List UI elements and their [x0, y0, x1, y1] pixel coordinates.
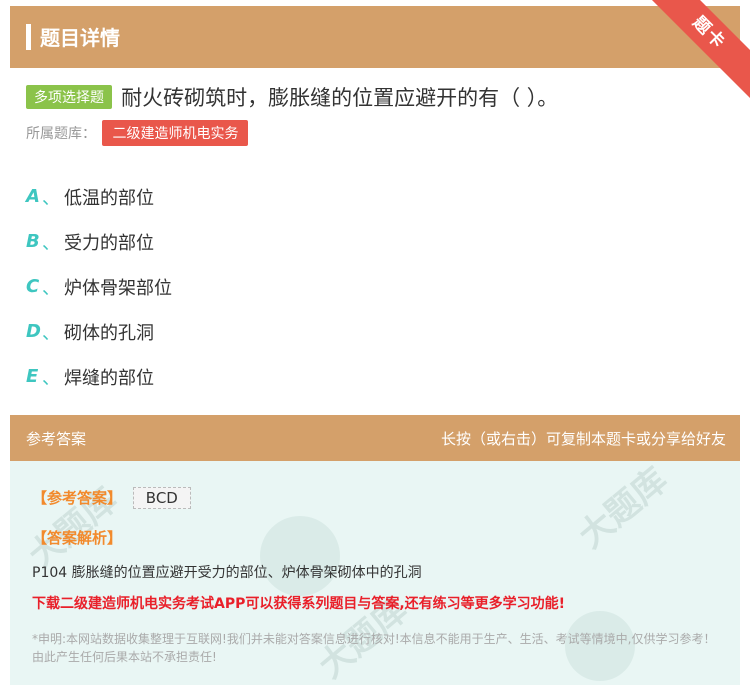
options-list: A 、 低温的部位 B 、 受力的部位 C 、 炉体骨架部位 D 、 砌体的孔洞…: [26, 174, 172, 399]
question-text: 耐火砖砌筑时，膨胀缝的位置应避开的有（ ）。: [121, 86, 559, 110]
option-letter: A: [26, 186, 40, 207]
option-letter: C: [26, 276, 40, 297]
option-text: 焊缝的部位: [64, 367, 154, 389]
question-block: 多项选择题 耐火砖砌筑时，膨胀缝的位置应避开的有（ ）。: [26, 82, 726, 112]
page-title: 题目详情: [40, 26, 120, 50]
answer-label: 【参考答案】: [32, 489, 123, 507]
option-separator: 、: [42, 322, 60, 344]
option-separator: 、: [42, 187, 60, 209]
analysis-label: 【答案解析】: [32, 529, 123, 547]
option-separator: 、: [42, 367, 60, 389]
option-letter: E: [26, 366, 39, 387]
option-separator: 、: [42, 232, 60, 254]
option-separator: 、: [42, 277, 60, 299]
option-b[interactable]: B 、 受力的部位: [26, 219, 172, 264]
header-accent-bar: [26, 24, 31, 50]
option-text: 低温的部位: [64, 187, 154, 209]
app-download-link[interactable]: 下载二级建造师机电实务考试APP可以获得系列题目与答案,还有练习等更多学习功能!: [32, 593, 565, 613]
option-text: 炉体骨架部位: [64, 277, 172, 299]
option-c[interactable]: C 、 炉体骨架部位: [26, 264, 172, 309]
question-bank: 所属题库： 二级建造师机电实务: [26, 120, 249, 146]
question-type-badge: 多项选择题: [26, 85, 112, 109]
analysis-text: P104 膨胀缝的位置应避开受力的部位、炉体骨架砌体中的孔洞: [32, 565, 422, 581]
option-letter: D: [26, 321, 41, 342]
answer-row: 【参考答案】 BCD: [32, 487, 191, 509]
option-e[interactable]: E 、 焊缝的部位: [26, 354, 172, 399]
share-hint: 长按（或右击）可复制本题卡或分享给好友: [440, 430, 726, 448]
answer-panel: 大题库 大题库 大题库 【参考答案】 BCD 【答案解析】 P104 膨胀缝的位…: [10, 461, 740, 685]
answer-value[interactable]: BCD: [132, 487, 191, 509]
answer-section-title: 参考答案: [26, 430, 87, 448]
answer-header: 参考答案 长按（或右击）可复制本题卡或分享给好友: [10, 415, 740, 461]
option-a[interactable]: A 、 低温的部位: [26, 174, 172, 219]
bank-label: 所属题库：: [26, 126, 96, 142]
option-letter: B: [26, 231, 40, 252]
disclaimer-text: *申明:本网站数据收集整理于互联网!我们并未能对答案信息进行核对!本信息不能用于…: [32, 632, 716, 664]
option-text: 砌体的孔洞: [64, 322, 154, 344]
watermark-circle: [260, 516, 340, 596]
option-text: 受力的部位: [64, 232, 154, 254]
watermark-logo: 大题库: [571, 461, 676, 557]
option-d[interactable]: D 、 砌体的孔洞: [26, 309, 172, 354]
bank-tag[interactable]: 二级建造师机电实务: [102, 120, 249, 146]
page-header: 题目详情: [10, 6, 740, 68]
